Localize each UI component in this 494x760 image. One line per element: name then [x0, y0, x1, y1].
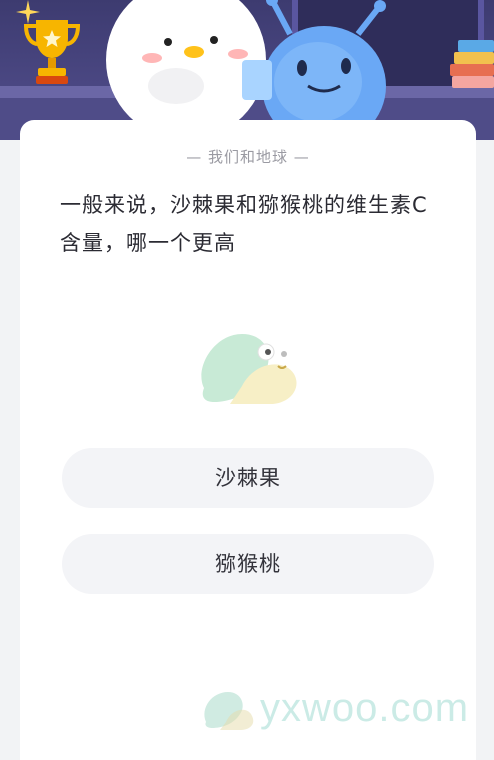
answer-option-2[interactable]: 猕猴桃 [62, 534, 434, 594]
header-banner [0, 0, 494, 140]
mascot-illustration [106, 0, 386, 140]
question-text: 一般来说，沙棘果和猕猴桃的维生素C含量，哪一个更高 [60, 193, 428, 255]
watermark-text: yxwoo.com [260, 686, 470, 730]
section-subtitle: — 我们和地球 — [186, 148, 310, 166]
snail-icon [201, 334, 297, 404]
watermark-snail-icon [204, 692, 254, 730]
answer-option-1[interactable]: 沙棘果 [62, 448, 434, 508]
question-card: — 我们和地球 — 一般来说，沙棘果和猕猴桃的维生素C含量，哪一个更高 沙棘果 … [20, 120, 476, 760]
books-icon [450, 40, 494, 88]
trophy-icon [23, 20, 81, 84]
